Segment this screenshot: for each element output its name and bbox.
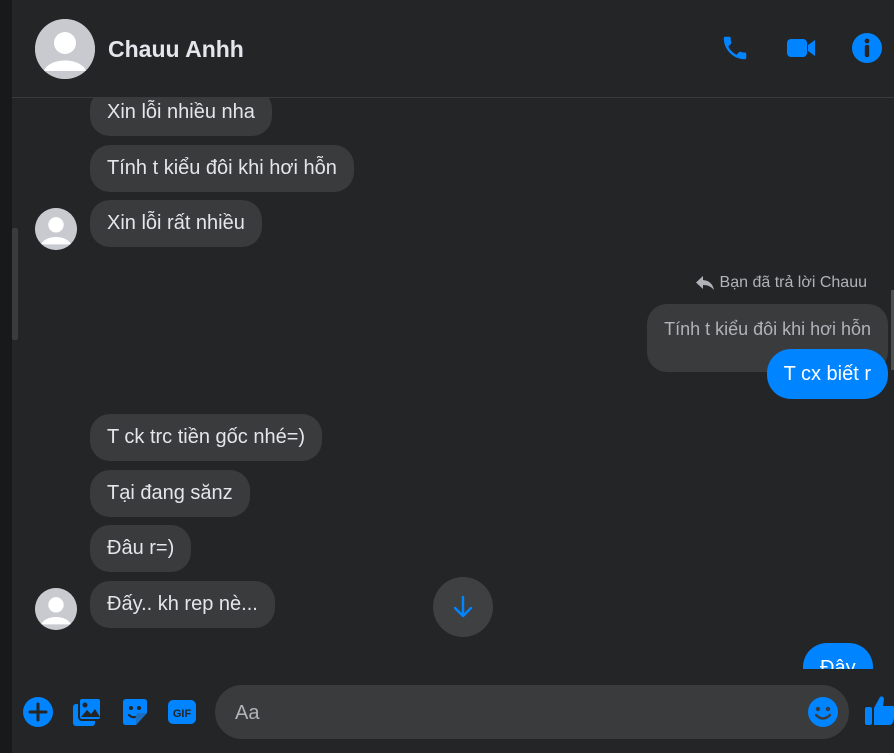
message-input[interactable]	[233, 685, 807, 741]
message-incoming[interactable]: Đâu r=)	[90, 525, 192, 572]
reply-arrow-icon	[695, 276, 714, 290]
message-incoming[interactable]: T ck trc tiền gốc nhé=)	[90, 414, 323, 461]
video-camera-icon[interactable]	[784, 31, 818, 65]
sender-avatar[interactable]	[35, 208, 77, 250]
sender-avatar[interactable]	[35, 588, 77, 630]
message-incoming[interactable]: Tính t kiểu đôi khi hơi hỗn	[90, 145, 354, 192]
reply-note: Bạn đã trả lời Chauu	[695, 274, 867, 292]
gif-icon[interactable]: GIF	[165, 695, 199, 729]
sticker-icon[interactable]	[118, 695, 152, 729]
message-incoming[interactable]: Xin lỗi nhiều nha	[90, 98, 272, 136]
reply-note-text: Bạn đã trả lời Chauu	[719, 274, 867, 291]
chat-window: Chauu Anhh Xin lỗi nhiều nha Tính t kiểu…	[12, 0, 894, 753]
arrow-down-icon	[453, 595, 473, 618]
message-incoming[interactable]: Đấy.. kh rep nè...	[90, 581, 275, 628]
add-circle-icon[interactable]	[21, 695, 55, 729]
contact-name[interactable]: Chauu Anhh	[108, 36, 244, 63]
message-outgoing[interactable]: Đây	[803, 643, 873, 669]
message-list[interactable]: Xin lỗi nhiều nha Tính t kiểu đôi khi hơ…	[12, 98, 894, 669]
chat-header: Chauu Anhh	[12, 0, 894, 98]
thumbs-up-icon[interactable]	[864, 693, 894, 727]
info-icon[interactable]	[850, 31, 884, 65]
message-outgoing[interactable]: T cx biết r	[766, 349, 888, 399]
message-incoming[interactable]: Xin lỗi rất nhiều	[90, 200, 262, 247]
contact-avatar[interactable]	[35, 19, 95, 79]
composer: GIF	[12, 670, 894, 753]
scroll-to-bottom-button[interactable]	[433, 577, 493, 637]
svg-text:GIF: GIF	[173, 708, 192, 720]
photo-gallery-icon[interactable]	[70, 695, 104, 729]
message-incoming[interactable]: Tại đang sănz	[90, 470, 250, 517]
phone-icon[interactable]	[718, 31, 752, 65]
message-input-container[interactable]	[215, 685, 849, 741]
emoji-icon[interactable]	[807, 696, 839, 728]
